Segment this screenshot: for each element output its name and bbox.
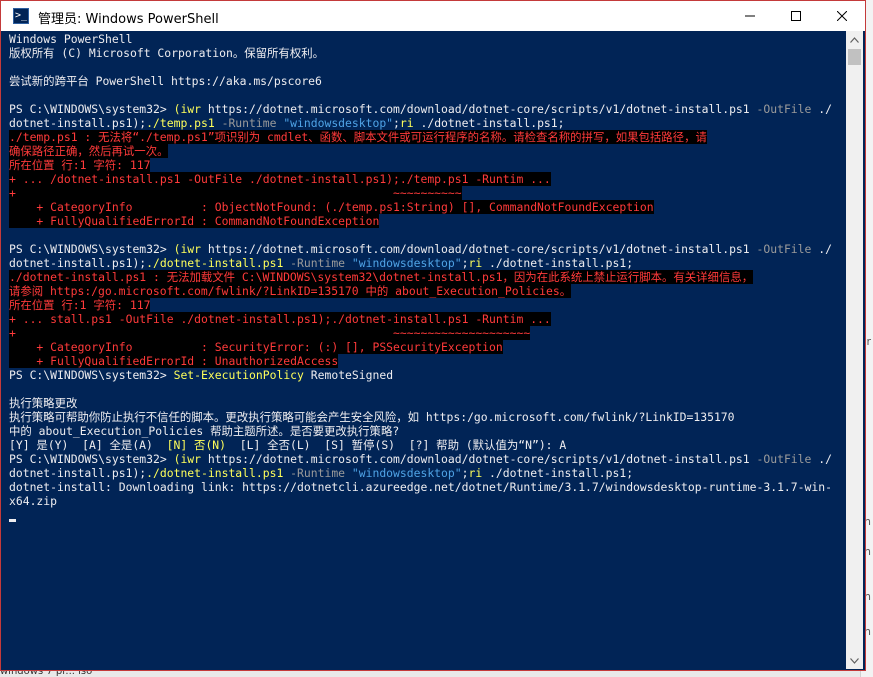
error-line: 所在位置 行:1 字符: 117 [9, 298, 151, 312]
command-line-continued: dotnet-install.ps1);./dotnet-install.ps1… [9, 466, 634, 480]
chevron-up-icon [850, 36, 859, 43]
error-line: + ... stall.ps1 -OutFile ./dotnet-instal… [9, 312, 551, 326]
error-line: + ~~~~~~~~~~ [9, 186, 462, 200]
error-line: ./temp.ps1 : 无法将“./temp.ps1”项识别为 cmdlet、… [9, 130, 707, 144]
policy-choices: [Y] 是(Y) [A] 全是(A) [N] 否(N) [L] 全否(L) [S… [9, 438, 567, 452]
output-line: x64.zip [9, 494, 58, 508]
command-line-continued: dotnet-install.ps1);./temp.ps1 -Runtime … [9, 116, 565, 130]
policy-text: 中的 about_Execution_Policies 帮助主题所述。是否要更改… [9, 424, 400, 438]
error-line: 确保路径正确，然后再试一次。 [9, 144, 169, 158]
header-line: 版权所有 (C) Microsoft Corporation。保留所有权利。 [9, 46, 324, 60]
console-output[interactable]: Windows PowerShell 版权所有 (C) Microsoft Co… [7, 31, 847, 667]
maximize-button[interactable] [773, 1, 819, 31]
output-line: dotnet-install: Downloading link: https:… [9, 480, 832, 494]
scroll-thumb[interactable] [848, 49, 861, 65]
error-line: 所在位置 行:1 字符: 117 [9, 158, 151, 172]
header-line: Windows PowerShell [9, 32, 133, 46]
command-line-continued: dotnet-install.ps1);./dotnet-install.ps1… [9, 256, 634, 270]
minimize-button[interactable] [727, 1, 773, 31]
scroll-up-button[interactable] [846, 31, 863, 48]
command-line: PS C:\WINDOWS\system32> Set-ExecutionPol… [9, 368, 394, 382]
close-button[interactable] [819, 1, 865, 31]
error-line: + CategoryInfo : SecurityError: (:) [], … [9, 340, 503, 354]
policy-title: 执行策略更改 [9, 396, 78, 410]
powershell-window[interactable]: >_ 管理员: Windows PowerShell Windows Power… [0, 0, 866, 671]
desktop-text-fragment: r [866, 335, 871, 348]
title-bar[interactable]: >_ 管理员: Windows PowerShell [1, 1, 865, 31]
policy-text: 执行策略可帮助你防止执行不信任的脚本。更改执行策略可能会产生安全风险，如 htt… [9, 410, 735, 424]
minimize-icon [745, 15, 755, 17]
scroll-down-button[interactable] [846, 652, 863, 669]
command-line: PS C:\WINDOWS\system32> (iwr https://dot… [9, 102, 832, 116]
error-line: 请参阅 https:/go.microsoft.com/fwlink/?Link… [9, 284, 572, 298]
error-line: + FullyQualifiedErrorId : CommandNotFoun… [9, 214, 380, 228]
command-line: PS C:\WINDOWS\system32> (iwr https://dot… [9, 242, 832, 256]
error-line: ./dotnet-install.ps1 : 无法加载文件 C:\WINDOWS… [9, 270, 754, 284]
text-cursor [9, 519, 16, 522]
maximize-icon [791, 11, 801, 21]
powershell-icon[interactable]: >_ [13, 8, 29, 24]
error-line: + FullyQualifiedErrorId : UnauthorizedAc… [9, 354, 339, 368]
error-line: + ~~~~~~~~~~~~~~~~~~~~ [9, 326, 531, 340]
header-line: 尝试新的跨平台 PowerShell https://aka.ms/pscore… [9, 74, 322, 88]
vertical-scrollbar[interactable] [846, 31, 863, 669]
chevron-down-icon [850, 657, 859, 664]
window-title: 管理员: Windows PowerShell [38, 12, 219, 27]
command-line: PS C:\WINDOWS\system32> (iwr https://dot… [9, 452, 832, 466]
error-line: + ... /dotnet-install.ps1 -OutFile ./dot… [9, 172, 551, 186]
error-line: + CategoryInfo : ObjectNotFound: (./temp… [9, 200, 654, 214]
close-icon [837, 11, 847, 21]
